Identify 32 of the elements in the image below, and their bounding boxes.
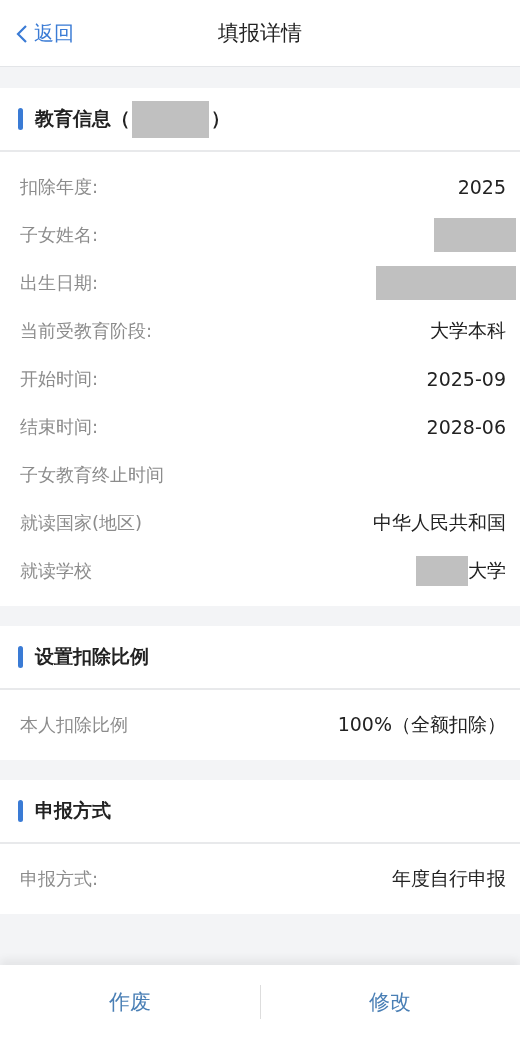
back-icon [16,23,28,44]
field-value: 中华人民共和国 [373,510,506,535]
field-label: 结束时间: [20,415,99,439]
section-title: 教育信息（ [35,106,130,131]
field-label: 出生日期: [20,271,99,295]
redaction-block [416,556,468,586]
field-label: 当前受教育阶段: [20,319,153,343]
section-title: 申报方式 [35,798,111,823]
section-title-paren: ） [211,106,230,131]
accent-bar [18,800,23,822]
back-button[interactable]: 返回 [16,20,74,47]
field-value: 年度自行申报 [392,866,506,891]
accent-bar [18,108,23,130]
field-value: 2025 [457,176,506,198]
field-label: 就读学校 [20,559,92,583]
accent-bar [18,646,23,668]
field-label: 扣除年度: [20,175,99,199]
footer-button[interactable]: 作废 [0,965,260,1039]
footer-button[interactable]: 修改 [260,965,520,1039]
field-value: 大学 [468,558,506,583]
field-label: 就读国家(地区) [20,511,143,535]
field-label: 申报方式: [20,867,99,891]
section-title: 设置扣除比例 [35,644,149,669]
field-label: 子女姓名: [20,223,99,247]
page-title: 填报详情 [218,20,302,47]
field-value: 2025-09 [426,368,506,390]
field-label: 子女教育终止时间 [20,463,164,487]
field-value: 大学本科 [430,318,506,343]
field-value: 2028-06 [426,416,506,438]
field-label: 开始时间: [20,367,99,391]
field-label: 本人扣除比例 [20,713,128,737]
field-value: 100%（全额扣除） [337,712,506,737]
